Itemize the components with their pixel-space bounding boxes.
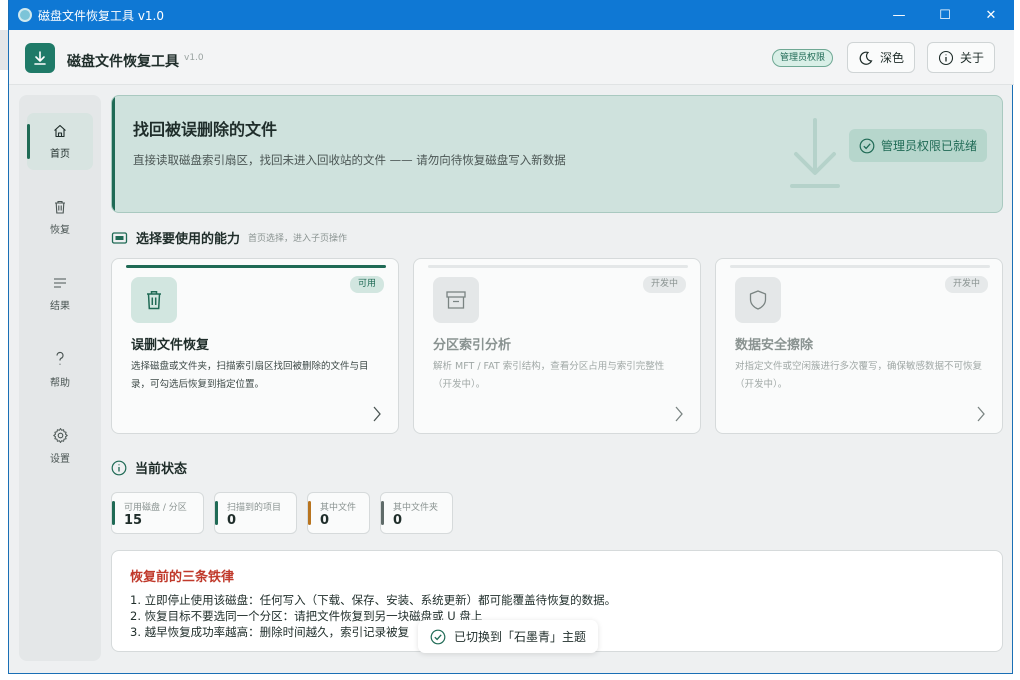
app-version: v1.0 (184, 53, 204, 63)
stat-label: 其中文件 (320, 503, 357, 513)
chevron-right-icon (675, 406, 683, 422)
minimize-button[interactable]: — (876, 0, 922, 30)
sidebar-item-home[interactable]: 首页 (27, 113, 93, 170)
card-icon-box (735, 277, 781, 323)
stat-folders: 其中文件夹 0 (380, 492, 453, 534)
toast-text: 已切换到「石墨青」主题 (454, 630, 587, 644)
card-title: 误删文件恢复 (131, 338, 210, 353)
sidebar-item-label: 恢复 (50, 225, 70, 236)
home-icon (54, 124, 66, 138)
stat-value: 0 (227, 513, 237, 528)
download-watermark-icon (790, 118, 840, 188)
card-icon-box (433, 277, 479, 323)
capabilities-hint: 首页选择，进入子页操作 (248, 234, 348, 244)
theme-toast: 已切换到「石墨青」主题 (418, 620, 599, 653)
stat-label: 其中文件夹 (393, 503, 439, 513)
hero-title: 找回被误删除的文件 (133, 120, 278, 139)
shield-icon (749, 290, 767, 310)
check-circle-icon (859, 138, 875, 153)
status-badge: 开发中 (944, 276, 988, 293)
card-description: 解析 MFT / FAT 索引结构，查看分区占用与索引完整性（开发中）。 (433, 361, 665, 390)
sidebar-item-results[interactable]: 结果 (27, 265, 93, 322)
app-icon (18, 8, 32, 22)
status-badge: 可用 (349, 276, 384, 293)
capabilities-header: 选择要使用的能力 首页选择，进入子页操作 (111, 228, 347, 247)
moon-icon (859, 51, 873, 65)
card-accent-line (428, 265, 688, 268)
capabilities-heading: 选择要使用的能力 (136, 232, 241, 247)
rules-title: 恢复前的三条铁律 (130, 570, 235, 585)
admin-ready-chip: 管理员权限已就绪 (849, 129, 988, 162)
card-file-recovery[interactable]: 可用 误删文件恢复 选择磁盘或文件夹，扫描索引扇区找回被删除的文件与目录，可勾选… (111, 258, 399, 434)
close-icon: ✕ (985, 7, 997, 23)
sidebar-item-label: 结果 (50, 301, 70, 312)
sidebar-item-help[interactable]: 帮助 (27, 341, 93, 398)
chevron-right-icon (373, 406, 381, 422)
admin-badge: 管理员权限 (772, 49, 834, 67)
check-circle-icon (430, 629, 446, 644)
app-title: 磁盘文件恢复工具 (67, 54, 179, 70)
sidebar-item-label: 设置 (50, 453, 70, 465)
stat-accent-bar (215, 501, 218, 525)
title-bar: 磁盘文件恢复工具 v1.0 — ☐ ✕ (9, 0, 1014, 30)
trash-icon (55, 200, 65, 214)
stat-disks: 可用磁盘 / 分区 15 (111, 492, 204, 534)
maximize-icon: ☐ (939, 7, 951, 23)
download-icon (34, 51, 46, 65)
stat-accent-bar (308, 501, 311, 525)
trash-icon (147, 291, 161, 310)
about-label: 关于 (960, 51, 985, 65)
sidebar-item-label: 帮助 (50, 378, 70, 389)
hero-subtitle: 直接读取磁盘索引扇区，找回未进入回收站的文件 —— 请勿向待恢复磁盘写入新数据 (133, 153, 566, 167)
stat-scanned: 扫描到的项目 0 (214, 492, 297, 534)
rule-line: 3. 越早恢复成功率越高：删除时间越久，索引记录被复 (130, 625, 410, 639)
hero-banner: 找回被误删除的文件 直接读取磁盘索引扇区，找回未进入回收站的文件 —— 请勿向待… (111, 95, 1003, 213)
maximize-button[interactable]: ☐ (922, 0, 968, 30)
stat-accent-bar (381, 501, 384, 525)
close-button[interactable]: ✕ (968, 0, 1014, 30)
stat-value: 0 (393, 513, 403, 528)
status-heading: 当前状态 (135, 462, 188, 477)
card-icon-box (131, 277, 177, 323)
card-title: 数据安全擦除 (735, 338, 814, 353)
card-description: 对指定文件或空闲簇进行多次覆写，确保敏感数据不可恢复（开发中）。 (735, 361, 983, 390)
window-title: 磁盘文件恢复工具 v1.0 (38, 9, 165, 23)
stat-files: 其中文件 0 (307, 492, 370, 534)
info-icon (938, 50, 954, 65)
card-accent-line (730, 265, 990, 268)
help-icon (56, 351, 64, 365)
rule-line: 1. 立即停止使用该磁盘：任何写入（下载、保存、安装、系统更新）都可能覆盖待恢复… (130, 593, 617, 607)
theme-toggle-button[interactable]: 深色 (847, 42, 916, 73)
sidebar-item-settings[interactable]: 设置 (27, 417, 93, 474)
app-header: 磁盘文件恢复工具 v1.0 管理员权限 深色 关于 (9, 30, 1014, 85)
chevron-right-icon (977, 406, 985, 422)
minimize-icon: — (892, 7, 906, 23)
stat-label: 扫描到的项目 (227, 503, 282, 513)
background-strip (0, 30, 8, 70)
card-partition-analysis[interactable]: 开发中 分区索引分析 解析 MFT / FAT 索引结构，查看分区占用与索引完整… (413, 258, 701, 434)
status-badge: 开发中 (642, 276, 686, 293)
gear-icon (52, 427, 68, 443)
theme-toggle-label: 深色 (880, 51, 905, 65)
admin-ready-label: 管理员权限已就绪 (881, 139, 978, 153)
stat-value: 15 (124, 513, 143, 528)
sidebar-item-recover[interactable]: 恢复 (27, 189, 93, 246)
app-logo (25, 43, 55, 73)
card-description: 选择磁盘或文件夹，扫描索引扇区找回被删除的文件与目录，可勾选后恢复到指定位置。 (131, 361, 369, 390)
app-window: 磁盘文件恢复工具 v1.0 — ☐ ✕ 磁盘文件恢复工具 v1.0 管理员权限 … (8, 0, 1014, 674)
stat-value: 0 (320, 513, 330, 528)
sidebar-item-label: 首页 (50, 149, 70, 160)
card-accent-line (126, 265, 386, 268)
about-button[interactable]: 关于 (927, 42, 996, 73)
card-secure-erase[interactable]: 开发中 数据安全擦除 对指定文件或空闲簇进行多次覆写，确保敏感数据不可恢复（开发… (715, 258, 1003, 434)
chip-icon (111, 231, 128, 244)
sidebar: 首页 恢复 结果 帮助 设置 (19, 95, 101, 661)
stat-accent-bar (112, 501, 115, 525)
status-header: 当前状态 (111, 458, 187, 477)
info-icon (111, 460, 127, 475)
stat-label: 可用磁盘 / 分区 (124, 503, 187, 513)
list-icon (54, 278, 66, 288)
card-title: 分区索引分析 (433, 338, 512, 353)
archive-icon (446, 291, 466, 309)
